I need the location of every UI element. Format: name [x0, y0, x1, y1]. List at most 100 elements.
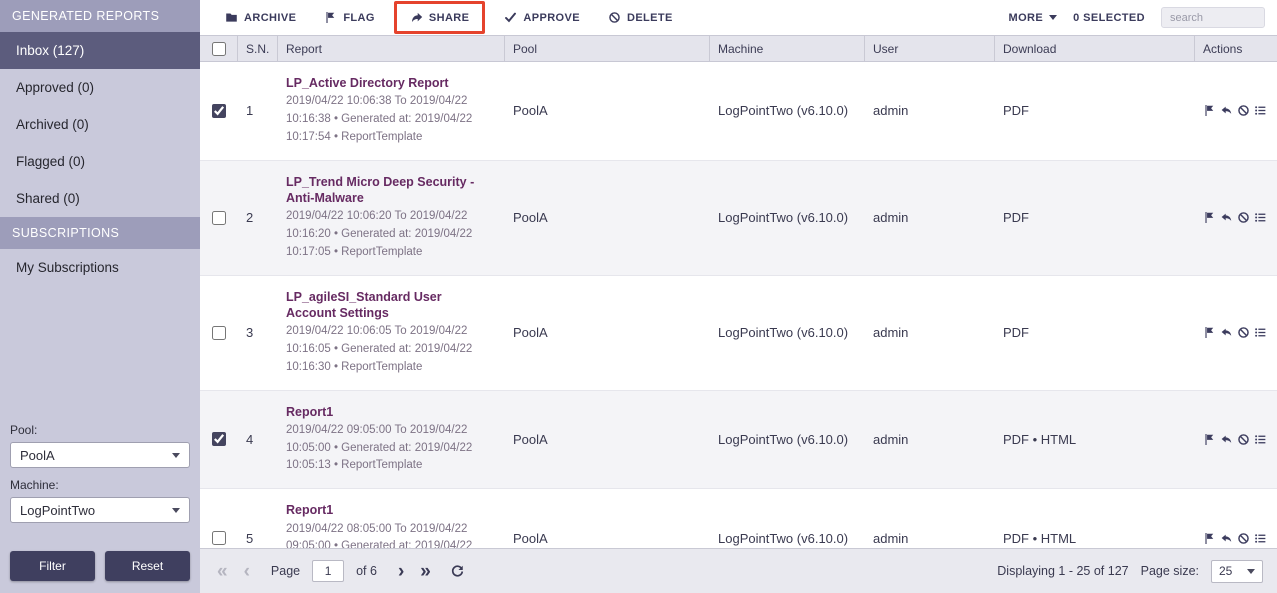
- report-title-link[interactable]: LP_agileSI_Standard User Account Setting…: [286, 289, 491, 322]
- last-page-button[interactable]: »: [417, 562, 434, 581]
- row-checkbox[interactable]: [212, 326, 226, 340]
- delete-button-label: DELETE: [627, 12, 673, 24]
- flag-icon[interactable]: [1203, 532, 1216, 545]
- archive-button-label: ARCHIVE: [244, 12, 296, 24]
- row-download-links[interactable]: PDF • HTML: [995, 489, 1195, 548]
- flag-icon[interactable]: [1203, 104, 1216, 117]
- select-all-checkbox[interactable]: [212, 42, 226, 56]
- table-row[interactable]: 4 Report1 2019/04/22 09:05:00 To 2019/04…: [200, 391, 1277, 490]
- page-number-input[interactable]: [312, 560, 344, 582]
- flag-icon[interactable]: [1203, 211, 1216, 224]
- archive-button[interactable]: ARCHIVE: [214, 5, 307, 30]
- row-actions: [1195, 489, 1277, 548]
- machine-select[interactable]: LogPointTwo: [10, 497, 190, 523]
- table-row[interactable]: 1 LP_Active Directory Report 2019/04/22 …: [200, 62, 1277, 161]
- generated-reports-section-header: GENERATED REPORTS: [0, 0, 200, 32]
- sidebar-item-shared[interactable]: Shared (0): [0, 180, 200, 217]
- page-size-select[interactable]: 25: [1211, 560, 1263, 583]
- delete-button[interactable]: DELETE: [597, 5, 684, 30]
- row-checkbox[interactable]: [212, 104, 226, 118]
- row-checkbox[interactable]: [212, 432, 226, 446]
- block-icon[interactable]: [1237, 211, 1250, 224]
- unshare-icon[interactable]: [1220, 104, 1233, 117]
- chevron-down-icon: [1049, 15, 1057, 20]
- more-button[interactable]: MORE: [1009, 12, 1058, 24]
- view-details-icon[interactable]: [1254, 104, 1267, 117]
- row-checkbox[interactable]: [212, 531, 226, 545]
- row-actions: [1195, 276, 1277, 390]
- unshare-icon[interactable]: [1220, 532, 1233, 545]
- row-sn: 4: [238, 391, 278, 489]
- flag-icon[interactable]: [1203, 326, 1216, 339]
- row-user: admin: [865, 276, 995, 390]
- report-details: 2019/04/22 08:05:00 To 2019/04/22 09:05:…: [286, 521, 491, 549]
- row-user: admin: [865, 161, 995, 275]
- share-button[interactable]: SHARE: [399, 5, 481, 30]
- view-details-icon[interactable]: [1254, 211, 1267, 224]
- row-download-links[interactable]: PDF: [995, 276, 1195, 390]
- prev-page-button[interactable]: ‹: [241, 562, 253, 581]
- row-download-links[interactable]: PDF: [995, 161, 1195, 275]
- next-page-button[interactable]: ›: [395, 562, 407, 581]
- flag-icon[interactable]: [1203, 433, 1216, 446]
- view-details-icon[interactable]: [1254, 532, 1267, 545]
- machine-select-value: LogPointTwo: [20, 503, 95, 518]
- table-row[interactable]: 2 LP_Trend Micro Deep Security - Anti-Ma…: [200, 161, 1277, 276]
- folder-icon: [225, 11, 238, 24]
- unshare-icon[interactable]: [1220, 211, 1233, 224]
- pool-select[interactable]: PoolA: [10, 442, 190, 468]
- refresh-icon[interactable]: [450, 564, 465, 579]
- reset-button[interactable]: Reset: [105, 551, 190, 581]
- search-input[interactable]: [1161, 7, 1265, 28]
- first-page-button[interactable]: «: [214, 562, 231, 581]
- approve-button[interactable]: APPROVE: [493, 5, 591, 30]
- report-title-link[interactable]: LP_Trend Micro Deep Security - Anti-Malw…: [286, 174, 491, 207]
- row-machine: LogPointTwo (v6.10.0): [710, 391, 865, 489]
- column-header-pool: Pool: [505, 36, 710, 61]
- row-pool: PoolA: [505, 489, 710, 548]
- column-header-download: Download: [995, 36, 1195, 61]
- page-size-label: Page size:: [1141, 564, 1199, 578]
- report-details: 2019/04/22 10:06:05 To 2019/04/22 10:16:…: [286, 323, 491, 376]
- row-actions: [1195, 391, 1277, 489]
- report-details: 2019/04/22 10:06:20 To 2019/04/22 10:16:…: [286, 208, 491, 261]
- column-header-machine: Machine: [710, 36, 865, 61]
- block-icon[interactable]: [1237, 326, 1250, 339]
- column-header-sn: S.N.: [238, 36, 278, 61]
- sidebar-item-inbox[interactable]: Inbox (127): [0, 32, 200, 69]
- sidebar-item-approved[interactable]: Approved (0): [0, 69, 200, 106]
- view-details-icon[interactable]: [1254, 326, 1267, 339]
- unshare-icon[interactable]: [1220, 433, 1233, 446]
- row-user: admin: [865, 62, 995, 160]
- sidebar-item-archived[interactable]: Archived (0): [0, 106, 200, 143]
- share-button-label: SHARE: [429, 12, 470, 24]
- report-title-link[interactable]: Report1: [286, 404, 333, 420]
- filter-button[interactable]: Filter: [10, 551, 95, 581]
- app-window: GENERATED REPORTS Inbox (127) Approved (…: [0, 0, 1277, 593]
- row-sn: 5: [238, 489, 278, 548]
- chevron-down-icon: [1247, 569, 1255, 574]
- column-header-actions: Actions: [1195, 36, 1277, 61]
- sidebar-item-my-subscriptions[interactable]: My Subscriptions: [0, 249, 200, 286]
- block-icon[interactable]: [1237, 104, 1250, 117]
- row-checkbox[interactable]: [212, 211, 226, 225]
- unshare-icon[interactable]: [1220, 326, 1233, 339]
- more-button-label: MORE: [1009, 12, 1044, 24]
- flag-button[interactable]: FLAG: [313, 5, 386, 30]
- report-title-link[interactable]: LP_Active Directory Report: [286, 75, 449, 91]
- page-of-label: of 6: [356, 564, 377, 578]
- view-details-icon[interactable]: [1254, 433, 1267, 446]
- row-download-links[interactable]: PDF: [995, 62, 1195, 160]
- row-sn: 1: [238, 62, 278, 160]
- table-body: 1 LP_Active Directory Report 2019/04/22 …: [200, 62, 1277, 548]
- sidebar-item-flagged[interactable]: Flagged (0): [0, 143, 200, 180]
- block-icon[interactable]: [1237, 532, 1250, 545]
- report-title-link[interactable]: Report1: [286, 502, 333, 518]
- pagination-bar: « ‹ Page of 6 › » Displaying 1 - 25 of 1…: [200, 548, 1277, 593]
- block-icon[interactable]: [1237, 433, 1250, 446]
- table-row[interactable]: 3 LP_agileSI_Standard User Account Setti…: [200, 276, 1277, 391]
- row-download-links[interactable]: PDF • HTML: [995, 391, 1195, 489]
- approve-button-label: APPROVE: [523, 12, 580, 24]
- table-row[interactable]: 5 Report1 2019/04/22 08:05:00 To 2019/04…: [200, 489, 1277, 548]
- displaying-status: Displaying 1 - 25 of 127: [997, 564, 1128, 578]
